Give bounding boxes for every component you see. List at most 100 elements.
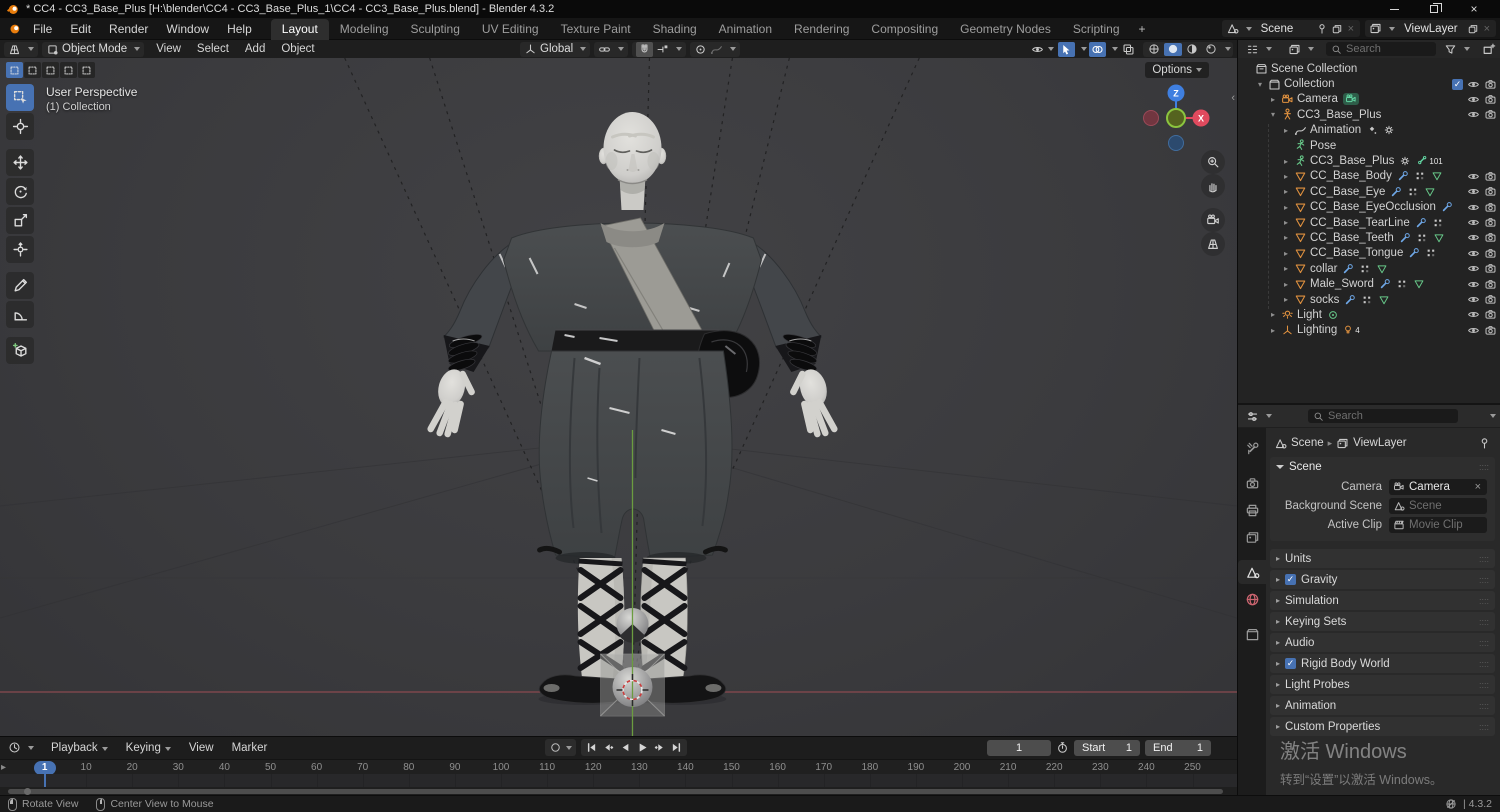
outliner-data-chip[interactable] [1415,217,1427,229]
disable-in-renders-toggle[interactable] [1484,308,1497,321]
hide-in-viewport-toggle[interactable] [1467,216,1480,229]
outliner-data-chip[interactable] [1383,124,1395,136]
panel-custom-properties[interactable]: ▸ Custom Properties:::: [1270,717,1495,736]
outliner-display-mode-button[interactable] [1284,42,1318,57]
disable-in-renders-toggle[interactable] [1484,201,1497,214]
expand-arrow[interactable]: ▸ [1268,310,1278,319]
timeline-menu-view[interactable]: View [180,738,223,758]
viewlayer-selector[interactable]: ViewLayer × [1365,20,1496,37]
outliner-row-cc-base-eye[interactable]: ▸ CC_Base_Eye [1238,184,1500,199]
expand-arrow[interactable]: ▸ [1281,187,1291,196]
workspace-tab-animation[interactable]: Animation [708,19,783,40]
outliner-row-lighting[interactable]: ▸ Lighting 4 [1238,323,1500,338]
select-mode-subtract[interactable] [42,62,59,78]
play-reverse-button[interactable] [617,740,634,755]
breadcrumb-scene[interactable]: Scene [1291,437,1324,449]
outliner-row-cc-base-teeth[interactable]: ▸ CC_Base_Teeth [1238,230,1500,245]
hide-in-viewport-toggle[interactable] [1467,293,1480,306]
outliner-data-chip[interactable] [1424,186,1436,198]
end-frame-field[interactable]: End 1 [1145,739,1211,756]
outliner-data-chip[interactable] [1361,294,1373,306]
properties-tab-scene[interactable] [1238,560,1266,584]
outliner-data-chip[interactable] [1390,186,1402,198]
gizmo-neg-x[interactable] [1143,110,1159,126]
timeline-menu-keying[interactable]: Keying [117,738,180,758]
properties-search-input[interactable]: Search [1308,409,1458,423]
panel-expand-arrow[interactable]: ▸ [1276,596,1280,605]
outliner-row-camera[interactable]: ▸ Camera [1238,92,1500,107]
hide-in-viewport-toggle[interactable] [1467,247,1480,260]
panel-keying-sets[interactable]: ▸ Keying Sets:::: [1270,612,1495,631]
hide-in-viewport-toggle[interactable] [1467,262,1480,275]
expand-arrow[interactable]: ▸ [1281,157,1291,166]
workspace-tab-layout[interactable]: Layout [270,18,329,40]
field-camera[interactable]: Camera × [1389,478,1487,495]
restore-button[interactable] [1414,0,1454,18]
outliner-data-chip[interactable] [1441,201,1453,213]
outliner-filter-button[interactable] [1440,42,1474,57]
disable-in-renders-toggle[interactable] [1484,93,1497,106]
expand-arrow[interactable]: ▸ [1281,172,1291,181]
current-frame-field[interactable]: 1 [987,739,1051,756]
timeline-menu-playback[interactable]: Playback [42,738,117,758]
viewport-menu-object[interactable]: Object [273,43,322,55]
falloff-icon[interactable] [710,43,723,56]
tool-add-cube[interactable] [6,337,34,364]
tool-rotate[interactable] [6,178,34,205]
panel-light-probes[interactable]: ▸ Light Probes:::: [1270,675,1495,694]
mode-dropdown[interactable]: Object Mode [42,41,145,57]
hide-in-viewport-toggle[interactable] [1467,170,1480,183]
shading-material-button[interactable] [1183,43,1201,56]
viewport-menu-view[interactable]: View [148,43,189,55]
outliner-search-input[interactable]: Search [1326,42,1436,56]
tool-move[interactable] [6,149,34,176]
hide-in-viewport-toggle[interactable] [1467,201,1480,214]
disable-in-renders-toggle[interactable] [1484,262,1497,275]
snap-target-icon[interactable] [656,43,669,56]
outliner-data-chip[interactable] [1344,294,1356,306]
prev-keyframe-button[interactable] [600,740,617,755]
properties-tab-output[interactable] [1238,498,1266,522]
panel-expand-arrow[interactable]: ▸ [1276,680,1280,689]
outliner-data-chip[interactable] [1342,93,1359,106]
outliner-data-chip[interactable] [1416,232,1428,244]
tool-select-box[interactable] [6,84,34,111]
select-mode-set[interactable] [6,62,23,78]
disable-in-renders-toggle[interactable] [1484,185,1497,198]
outliner-row-male-sword[interactable]: ▸ Male_Sword [1238,276,1500,291]
expand-arrow[interactable]: ▸ [1281,126,1291,135]
panel-expand-arrow[interactable]: ▸ [1276,617,1280,626]
outliner-row-cc3-base-plus[interactable]: ▾ CC3_Base_Plus [1238,107,1500,122]
unlink-scene-button[interactable]: × [1346,23,1356,35]
panel-expand-arrow[interactable]: ▸ [1276,554,1280,563]
disable-in-renders-toggle[interactable] [1484,278,1497,291]
outliner-data-chip[interactable] [1376,263,1388,275]
panel-expand-arrow[interactable]: ▸ [1276,659,1280,668]
disable-in-renders-toggle[interactable] [1484,231,1497,244]
panel-gravity[interactable]: ▸ ✓ Gravity:::: [1270,570,1495,589]
outliner-data-chip[interactable] [1399,232,1411,244]
outliner-row-cc-base-body[interactable]: ▸ CC_Base_Body [1238,169,1500,184]
menu-window[interactable]: Window [157,19,218,39]
expand-arrow[interactable]: ▾ [1255,80,1265,89]
select-mode-intersect[interactable] [78,62,95,78]
outliner-data-chip[interactable] [1432,217,1444,229]
menu-edit[interactable]: Edit [61,19,100,39]
outliner-data-chip[interactable] [1414,170,1426,182]
playhead[interactable]: 1 [33,760,56,775]
disable-in-renders-toggle[interactable] [1484,293,1497,306]
frame-ruler[interactable]: ▸ 1 10 20 30 40 50 60 70 80 90 100 110 120 130 140 150… [0,758,1237,775]
scene-selector[interactable]: Scene × [1221,20,1361,37]
properties-tab-world[interactable] [1238,587,1266,611]
workspace-tab-uv-editing[interactable]: UV Editing [471,19,550,40]
outliner-row-collar[interactable]: ▸ collar [1238,261,1500,276]
tool-measure[interactable] [6,301,34,328]
workspace-tab-shading[interactable]: Shading [642,19,708,40]
disable-in-renders-toggle[interactable] [1484,170,1497,183]
workspace-tab-texture-paint[interactable]: Texture Paint [550,19,642,40]
gizmo-neg-z[interactable] [1168,135,1184,151]
panel-units[interactable]: ▸ Units:::: [1270,549,1495,568]
viewport-menu-add[interactable]: Add [237,43,273,55]
outliner-row-cc-base-eyeocclusion[interactable]: ▸ CC_Base_EyeOcclusion [1238,200,1500,215]
outliner-data-chip[interactable] [1379,278,1391,290]
